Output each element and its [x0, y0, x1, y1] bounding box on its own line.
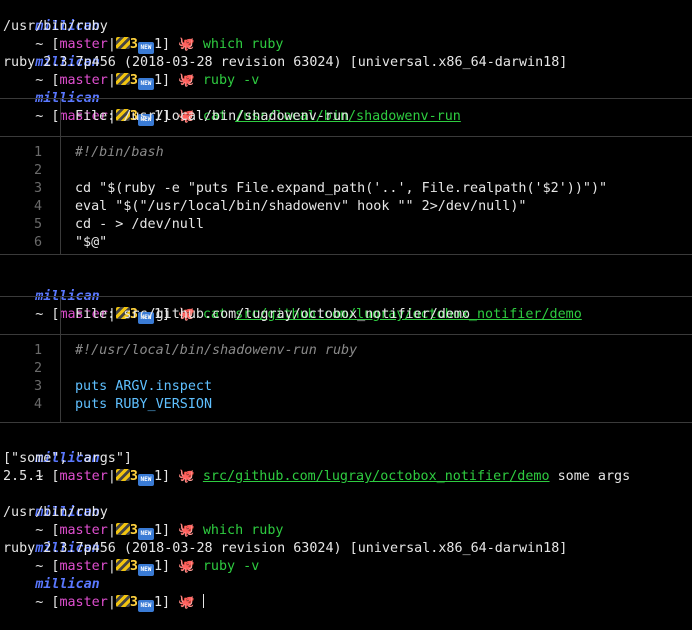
line-number: 4	[33, 397, 42, 412]
warning-icon	[115, 595, 130, 607]
divider	[0, 296, 692, 297]
line-number: 2	[33, 361, 42, 376]
code-line: cd "$(ruby -e "puts File.expand_path('..…	[75, 181, 608, 196]
output-line: ruby 2.3.7p456 (2018-03-28 revision 6302…	[3, 55, 568, 70]
line-number: 1	[33, 343, 42, 358]
prompt-line: millican ~ [master| 3 NEW 1] 🐙 which ruby	[35, 19, 284, 54]
text-cursor[interactable]	[202, 594, 204, 608]
code-line: puts RUBY_VERSION	[75, 397, 213, 412]
code-line: #!/bin/bash	[75, 145, 164, 160]
new-icon: NEW	[137, 600, 154, 612]
octopus-icon: 🐙	[178, 595, 195, 610]
divider	[60, 296, 61, 334]
line-number: 4	[33, 199, 42, 214]
divider	[0, 254, 692, 255]
code-line: puts ARGV.inspect	[75, 379, 213, 394]
prompt-line: millican ~ [master| 3 NEW 1] 🐙 ruby -v	[35, 541, 260, 576]
prompt-line: millican ~ [master| 3 NEW 1] 🐙 cat src/gith…	[35, 289, 582, 324]
line-number: 1	[33, 145, 42, 160]
output-line: /usr/bin/ruby	[3, 19, 108, 34]
prompt-line: millican ~ [master| 3 NEW 1] 🐙 cat /usr/loc…	[35, 91, 461, 126]
command: ruby -v	[202, 559, 260, 574]
command: src/github.com/lugray/octobox_notifier/d…	[202, 469, 550, 484]
divider	[0, 98, 692, 99]
prompt-line[interactable]: millican ~ [master| 3 NEW 1] 🐙	[3, 558, 204, 612]
output-line: 2.5.1	[3, 469, 44, 484]
code-line: eval "$("/usr/local/bin/shadowenv" hook …	[75, 199, 527, 214]
line-number: 6	[33, 235, 42, 250]
file-header: File: /usr/local/bin/shadowenv-run	[75, 109, 350, 124]
new-icon: NEW	[137, 474, 154, 486]
output-line: ruby 2.3.7p456 (2018-03-28 revision 6302…	[3, 541, 568, 556]
octopus-icon: 🐙	[178, 469, 195, 484]
divider	[60, 334, 61, 422]
output-line: ["some", "args"]	[3, 451, 132, 466]
output-line: /usr/bin/ruby	[3, 505, 108, 520]
divider	[60, 136, 61, 254]
divider	[0, 422, 692, 423]
warning-icon	[115, 469, 130, 481]
divider	[60, 98, 61, 136]
divider	[0, 136, 692, 137]
code-line: cd - > /dev/null	[75, 217, 204, 232]
line-number: 5	[33, 217, 42, 232]
terminal-window[interactable]: millican ~ [master| 3 NEW 1] 🐙 which ruby /…	[0, 0, 692, 612]
file-header: File: src/github.com/lugray/octobox_noti…	[75, 307, 471, 322]
prompt-line: millican ~ [master| 3 NEW 1] 🐙 ruby -v	[35, 55, 260, 90]
code-line: #!/usr/local/bin/shadowenv-run ruby	[75, 343, 358, 358]
prompt-line: millican ~ [master| 3 NEW 1] 🐙 src/github.c…	[35, 451, 631, 486]
divider	[0, 334, 692, 335]
prompt-line: millican ~ [master| 3 NEW 1] 🐙 which ruby	[35, 505, 284, 540]
line-number: 2	[33, 163, 42, 178]
line-number: 3	[33, 181, 42, 196]
command-args: some args	[549, 469, 631, 484]
code-line: "$@"	[75, 235, 108, 250]
line-number: 3	[33, 379, 42, 394]
